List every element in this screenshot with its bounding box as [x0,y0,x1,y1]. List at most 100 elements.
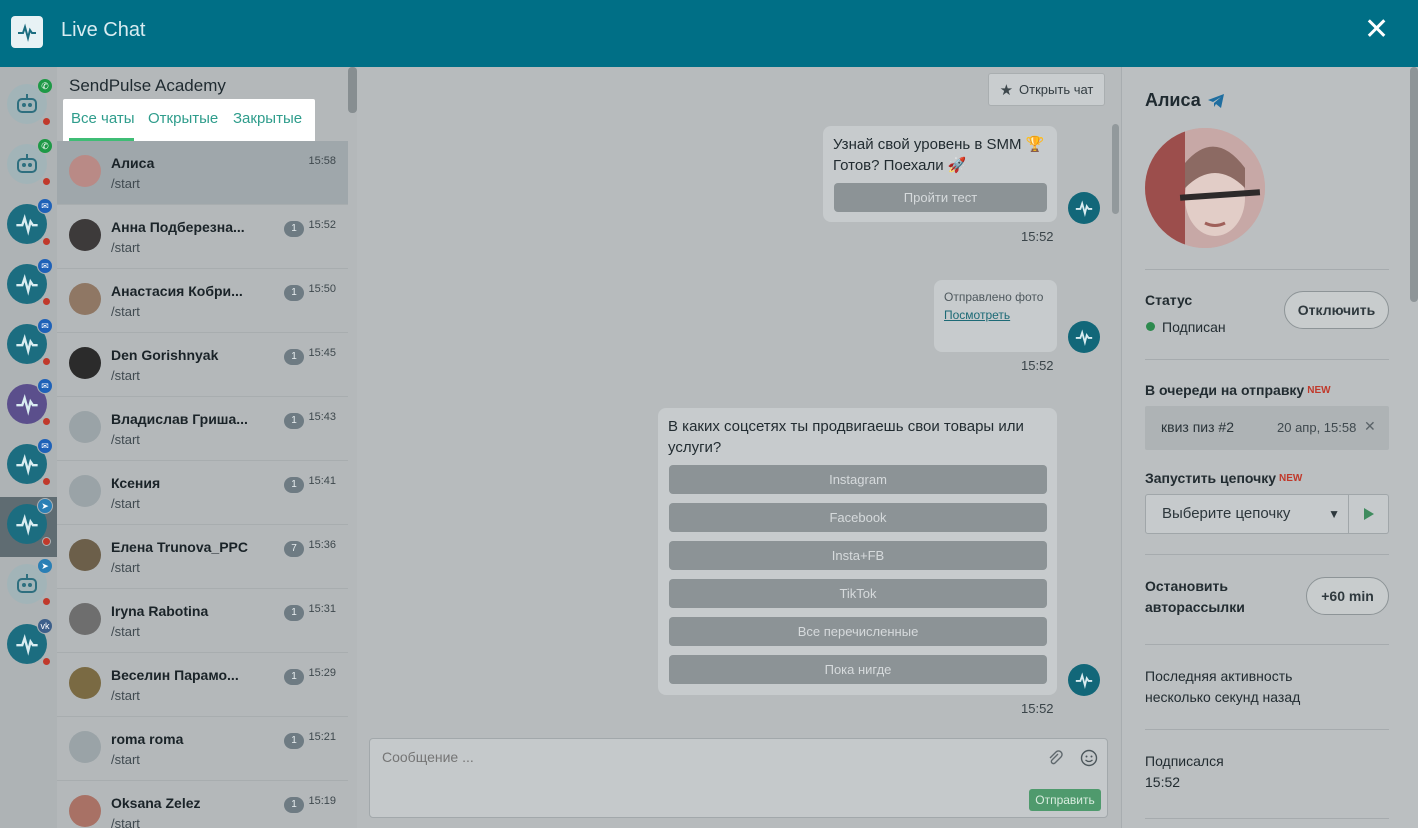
star-icon: ★ [999,81,1014,99]
remove-queue-icon[interactable]: ✕ [1364,418,1376,435]
close-icon[interactable]: ✕ [1364,15,1389,45]
contact-name-text: Алиса [1145,90,1201,110]
tab-all-chats[interactable]: Все чаты [71,110,135,127]
chat-time: 15:21 [308,731,336,743]
quick-reply-button[interactable]: Instagram [669,465,1047,494]
open-chat-label: Открыть чат [1019,82,1094,97]
queue-label: В очереди на отправку NEW [1145,380,1331,401]
avatar [69,219,101,251]
offline-status-dot [42,537,51,546]
bot-pulse-telegram[interactable]: ➤ [7,498,53,546]
send-button[interactable]: Отправить [1029,789,1101,811]
unread-count-badge: 1 [284,477,304,493]
view-photo-link[interactable]: Посмотреть [944,308,1010,322]
profile-scrollbar[interactable] [1410,67,1418,302]
pulse-icon [16,454,38,476]
bot-purple-messenger[interactable]: ✉ [7,378,53,426]
chat-contact-name: Ксения [111,475,161,491]
tab-open[interactable]: Открытые [148,110,218,127]
avatar [69,411,101,443]
message-text: В каких соцсетях ты продвигаешь свои тов… [668,418,1024,435]
pulse-icon [16,514,38,536]
conversation-scrollbar[interactable] [1112,124,1119,214]
chat-last-message: /start [111,432,140,447]
bot-robot-whatsapp[interactable]: ✆ [7,138,53,186]
chevron-down-icon: ▼ [1328,507,1340,521]
chat-last-message: /start [111,496,140,511]
chat-list-item[interactable]: Веселин Парамо... /start 1 15:29 [57,653,348,717]
open-chat-button[interactable]: ★ Открыть чат [988,73,1105,106]
run-chain-button[interactable] [1349,494,1389,534]
offline-status-dot [42,297,51,306]
unread-count-badge: 1 [284,605,304,621]
quick-reply-button[interactable]: Facebook [669,503,1047,532]
pulse-icon [16,334,38,356]
chat-list-item[interactable]: Den Gorishnyak/start 1 15:45 [57,333,348,397]
chat-last-message: /start [111,368,140,383]
telegram-icon: ➤ [37,498,53,514]
avatar [69,155,101,187]
bot-pulse-messenger[interactable]: ✉ [7,258,53,306]
message-composer: Отправить [369,738,1108,818]
stop-mailing-label: авторассылки [1145,599,1245,615]
robot-icon [17,574,37,593]
chat-last-message: /start [111,560,140,575]
emoji-icon[interactable] [1080,749,1098,767]
paperclip-icon[interactable] [1046,749,1064,767]
messenger-icon: ✉ [37,258,53,274]
chat-list-item[interactable]: Алиса/start 15:58 [57,141,348,205]
chat-contact-name: Алиса [111,155,155,171]
chat-list-item[interactable]: Елена Trunova_PPC/start 7 15:36 [57,525,348,589]
chat-contact-name: Анастасия Кобри... [111,283,243,299]
message-time: 15:52 [1021,358,1054,373]
chat-time: 15:45 [308,347,336,359]
chat-list-item[interactable]: Анастасия Кобри... /start 1 15:50 [57,269,348,333]
messenger-icon: ✉ [37,318,53,334]
take-test-button[interactable]: Пройти тест [834,183,1047,212]
messenger-icon: ✉ [37,198,53,214]
chat-last-message: /start [111,304,140,319]
message-time: 15:52 [1021,701,1054,716]
bot-robot-whatsapp[interactable]: ✆ [7,78,53,126]
queue-item: квиз пиз #2 20 апр, 15:58 ✕ [1145,406,1389,450]
bot-pulse-messenger[interactable]: ✉ [7,198,53,246]
robot-icon [17,154,37,173]
pulse-icon [16,394,38,416]
tab-closed[interactable]: Закрытые [233,110,302,127]
chat-contact-name: roma roma [111,731,184,747]
chat-list-item[interactable]: roma roma/start 1 15:21 [57,717,348,781]
chain-select[interactable]: Выберите цепочку ▼ [1145,494,1349,534]
quick-reply-button[interactable]: Insta+FB [669,541,1047,570]
chat-list-item[interactable]: Владислав Гриша... /start 1 15:43 [57,397,348,461]
avatar [69,731,101,763]
offline-status-dot [42,177,51,186]
status-value: Подписан [1162,319,1226,335]
chat-last-message: /start [111,752,140,767]
bot-pulse-vk[interactable]: vk [7,618,53,666]
bot-pulse-messenger[interactable]: ✉ [7,318,53,366]
app-header: Live Chat ✕ [0,0,1418,67]
chat-list-item[interactable]: Анна Подберезна... /start 1 15:52 [57,205,348,269]
new-badge: NEW [1307,385,1331,396]
bot-pulse-messenger[interactable]: ✉ [7,438,53,486]
message-text: Готов? Поехали 🚀 [833,157,967,174]
pause-60-min-button[interactable]: +60 min [1306,577,1389,615]
chat-list-scrollbar[interactable] [348,67,357,113]
chat-contact-name: Iryna Rabotina [111,603,209,619]
pulse-icon [16,634,38,656]
bot-robot-telegram[interactable]: ➤ [7,558,53,606]
chat-contact-name: Веселин Парамо... [111,667,239,683]
message-input[interactable] [382,749,1032,765]
quick-reply-button[interactable]: TikTok [669,579,1047,608]
chat-list-item[interactable]: Oksana Zelez/start 1 15:19 [57,781,348,828]
chat-list-item[interactable]: Iryna Rabotina/start 1 15:31 [57,589,348,653]
quick-reply-button[interactable]: Пока нигде [669,655,1047,684]
offline-status-dot [42,477,51,486]
telegram-icon [1207,93,1224,108]
quick-reply-button[interactable]: Все перечисленные [669,617,1047,646]
unsubscribe-button[interactable]: Отключить [1284,291,1389,329]
photo-sent-label: Отправлено фото [944,290,1044,304]
chat-list-item[interactable]: Ксения/start 1 15:41 [57,461,348,525]
offline-status-dot [42,417,51,426]
chat-contact-name: Елена Trunova_PPC [111,539,248,555]
